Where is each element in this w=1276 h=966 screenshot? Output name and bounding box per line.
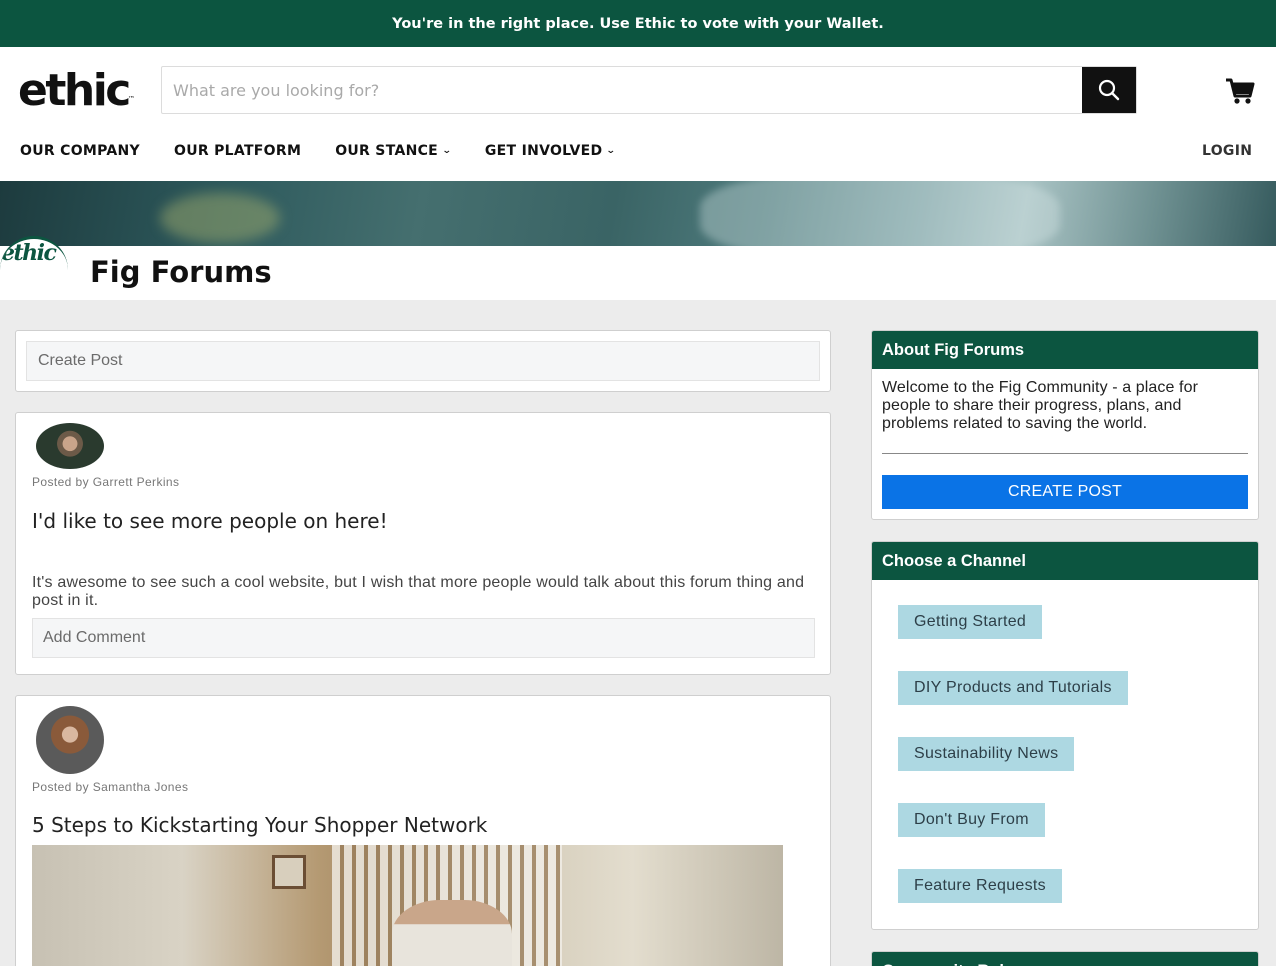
nav-label: OUR COMPANY	[20, 143, 140, 159]
avatar[interactable]	[36, 706, 104, 774]
search-button[interactable]	[1082, 67, 1136, 113]
site-header: ethic™ OUR COMPANY OUR PLATFORM OUR STAN…	[0, 47, 1276, 181]
post-title[interactable]: I'd like to see more people on here!	[32, 509, 388, 533]
about-text: Welcome to the Fig Community - a place f…	[882, 379, 1199, 432]
banner-detail	[700, 181, 1060, 246]
chevron-down-icon: ⌄	[441, 146, 453, 156]
avatar[interactable]	[36, 423, 104, 469]
logo-trademark: ™	[127, 95, 135, 103]
search-input[interactable]	[162, 67, 1082, 113]
search-icon	[1098, 79, 1120, 101]
forum-logo-text: ethic	[1, 240, 57, 266]
forum-banner-image	[0, 181, 1276, 246]
image-detail	[272, 855, 306, 889]
nav-our-company[interactable]: OUR COMPANY	[20, 143, 140, 159]
forum-title-bar: ethic Fig Forums	[0, 236, 1276, 300]
post-card: Posted by Garrett Perkins I'd like to se…	[15, 412, 831, 675]
channel-sustainability-news[interactable]: Sustainability News	[898, 737, 1075, 771]
divider	[882, 453, 1248, 454]
search-bar	[161, 66, 1137, 114]
channels-heading: Choose a Channel	[872, 542, 1258, 580]
main-nav: OUR COMPANY OUR PLATFORM OUR STANCE ⌄ GET…	[20, 143, 649, 159]
nav-label: GET INVOLVED	[484, 143, 603, 159]
create-post-button[interactable]: CREATE POST	[882, 475, 1248, 509]
channel-diy-products[interactable]: DIY Products and Tutorials	[898, 671, 1128, 705]
channel-dont-buy-from[interactable]: Don't Buy From	[898, 803, 1045, 837]
create-post-input[interactable]	[26, 341, 820, 381]
nav-our-platform[interactable]: OUR PLATFORM	[174, 143, 301, 159]
post-title[interactable]: 5 Steps to Kickstarting Your Shopper Net…	[32, 813, 487, 837]
about-heading: About Fig Forums	[872, 331, 1258, 369]
channels-widget: Choose a Channel Getting Started DIY Pro…	[871, 541, 1259, 930]
rules-widget: Community Rules	[871, 951, 1259, 966]
nav-get-involved[interactable]: GET INVOLVED ⌄	[484, 143, 617, 159]
nav-our-stance[interactable]: OUR STANCE ⌄	[335, 143, 451, 159]
image-detail	[392, 900, 512, 966]
nav-label: OUR STANCE	[335, 143, 439, 159]
channel-feature-requests[interactable]: Feature Requests	[898, 869, 1062, 903]
rules-heading: Community Rules	[872, 952, 1258, 966]
post-author[interactable]: Posted by Garrett Perkins	[32, 475, 179, 489]
post-author[interactable]: Posted by Samantha Jones	[32, 780, 188, 794]
banner-detail	[160, 193, 280, 243]
create-post-box	[15, 330, 831, 392]
logo-text: ethic	[18, 65, 131, 116]
about-widget: About Fig Forums Welcome to the Fig Comm…	[871, 330, 1259, 520]
page-title: Fig Forums	[90, 255, 272, 289]
add-comment-input[interactable]	[32, 618, 815, 658]
cart-icon	[1226, 78, 1255, 104]
cart-button[interactable]	[1224, 75, 1256, 107]
post-image[interactable]	[32, 845, 783, 966]
announcement-bar: You're in the right place. Use Ethic to …	[0, 0, 1276, 47]
post-body: It's awesome to see such a cool website,…	[32, 574, 805, 609]
chevron-down-icon: ⌄	[606, 146, 617, 156]
channel-getting-started[interactable]: Getting Started	[898, 605, 1043, 639]
nav-label: OUR PLATFORM	[174, 143, 302, 159]
post-card: Posted by Samantha Jones 5 Steps to Kick…	[15, 695, 831, 966]
ethic-logo[interactable]: ethic ™	[18, 65, 135, 117]
login-link[interactable]: LOGIN	[1202, 143, 1252, 159]
